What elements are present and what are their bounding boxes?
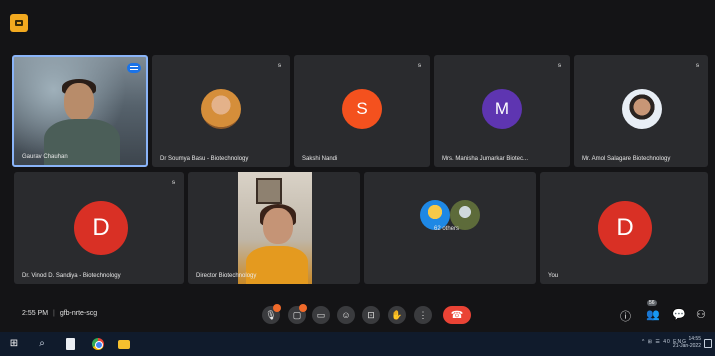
folder-icon[interactable]	[118, 340, 130, 349]
chat-icon[interactable]: 💬	[672, 308, 686, 321]
notification-icon[interactable]	[704, 339, 712, 348]
chrome-icon[interactable]	[92, 338, 104, 350]
participant-name: Gaurav Chauhan	[22, 154, 68, 160]
participant-name: Dr Soumya Basu - Biotechnology	[160, 156, 249, 162]
mic-muted-icon: ᵴ	[172, 180, 175, 186]
participant-tile-2[interactable]: ᵴ Dr Soumya Basu - Biotechnology	[152, 55, 290, 167]
camera-off-icon[interactable]: ▢	[288, 304, 307, 324]
clock[interactable]: 14:55 21-Jan-2022	[673, 336, 701, 350]
mic-muted-icon: ᵴ	[418, 63, 421, 69]
clock-date: 21-Jan-2022	[672, 343, 701, 349]
others-count: 62 others	[434, 226, 460, 232]
meeting-time: 2:55 PM	[22, 310, 49, 317]
activities-icon[interactable]: ⚇	[696, 308, 706, 321]
file-icon[interactable]	[66, 338, 75, 350]
participant-tile-1[interactable]: Gaurav Chauhan	[12, 55, 148, 167]
mic-muted-icon: ᵴ	[558, 63, 561, 69]
pinned-icon[interactable]	[127, 63, 141, 73]
meet-window: Gaurav Chauhan ᵴ Dr Soumya Basu - Biotec…	[0, 0, 715, 356]
participant-tile-3[interactable]: ᵴ S Sakshi Nandi	[294, 55, 430, 167]
participant-tile-self[interactable]: D You	[540, 172, 708, 284]
participant-name: Mr. Amol Salagare Biotechnology	[582, 156, 671, 162]
participant-name: Mrs. Manisha Jumarkar Biotec...	[442, 156, 529, 162]
clock-time: 14:55	[688, 336, 701, 342]
info-icon[interactable]: ⓘ	[620, 308, 631, 324]
people-count: 56	[647, 300, 657, 306]
avatar	[201, 89, 241, 129]
mic-muted-icon: ᵴ	[278, 63, 281, 69]
participant-tile-5[interactable]: ᵴ Mr. Amol Salagare Biotechnology	[574, 55, 708, 167]
captions-icon[interactable]: ▭	[312, 306, 330, 324]
raise-hand-icon[interactable]: ✋	[388, 306, 406, 324]
participant-tile-7[interactable]: Director Biotechnology	[188, 172, 360, 284]
people-icon[interactable]: 👥 56	[646, 300, 660, 321]
avatar: D	[598, 201, 652, 255]
avatar	[622, 89, 662, 129]
avatar: M	[482, 89, 522, 129]
more-options-icon[interactable]: ⋮	[414, 306, 432, 324]
participant-name: You	[548, 273, 559, 279]
avatar: D	[74, 201, 128, 255]
control-bar: 2:55 PM | gfb-nrte-scg 🎙 ▢ ▭ ☺ ⊡ ✋ ⋮ ☎ ⓘ…	[0, 300, 715, 332]
search-icon[interactable]: ⌕	[36, 338, 48, 350]
meeting-info: 2:55 PM | gfb-nrte-scg	[22, 310, 98, 317]
emoji-icon[interactable]: ☺	[337, 306, 355, 324]
participant-tile-4[interactable]: ᵴ M Mrs. Manisha Jumarkar Biotec...	[434, 55, 570, 167]
mic-muted-icon: ᵴ	[696, 63, 699, 69]
meeting-code: gfb-nrte-scg	[59, 310, 98, 317]
participant-tile-6[interactable]: ᵴ D Dr. Vinod D. Sandiya - Biotechnology	[14, 172, 184, 284]
os-taskbar: ⊞ ⌕ ^ ⊞ ☰ 40 ENG 14:55 21-Jan-2022	[0, 332, 715, 356]
participant-name: Sakshi Nandi	[302, 156, 338, 162]
mic-off-icon[interactable]: 🎙	[262, 304, 281, 324]
participant-name: Director Biotechnology	[196, 273, 257, 279]
windows-start-icon[interactable]: ⊞	[8, 338, 20, 350]
participant-tile-8[interactable]: 62 others	[364, 172, 536, 284]
present-icon[interactable]: ⊡	[362, 306, 380, 324]
meeting-badge-icon[interactable]	[10, 14, 28, 32]
end-call-icon[interactable]: ☎	[443, 306, 471, 324]
avatar: S	[342, 89, 382, 129]
participant-name: Dr. Vinod D. Sandiya - Biotechnology	[22, 273, 121, 279]
